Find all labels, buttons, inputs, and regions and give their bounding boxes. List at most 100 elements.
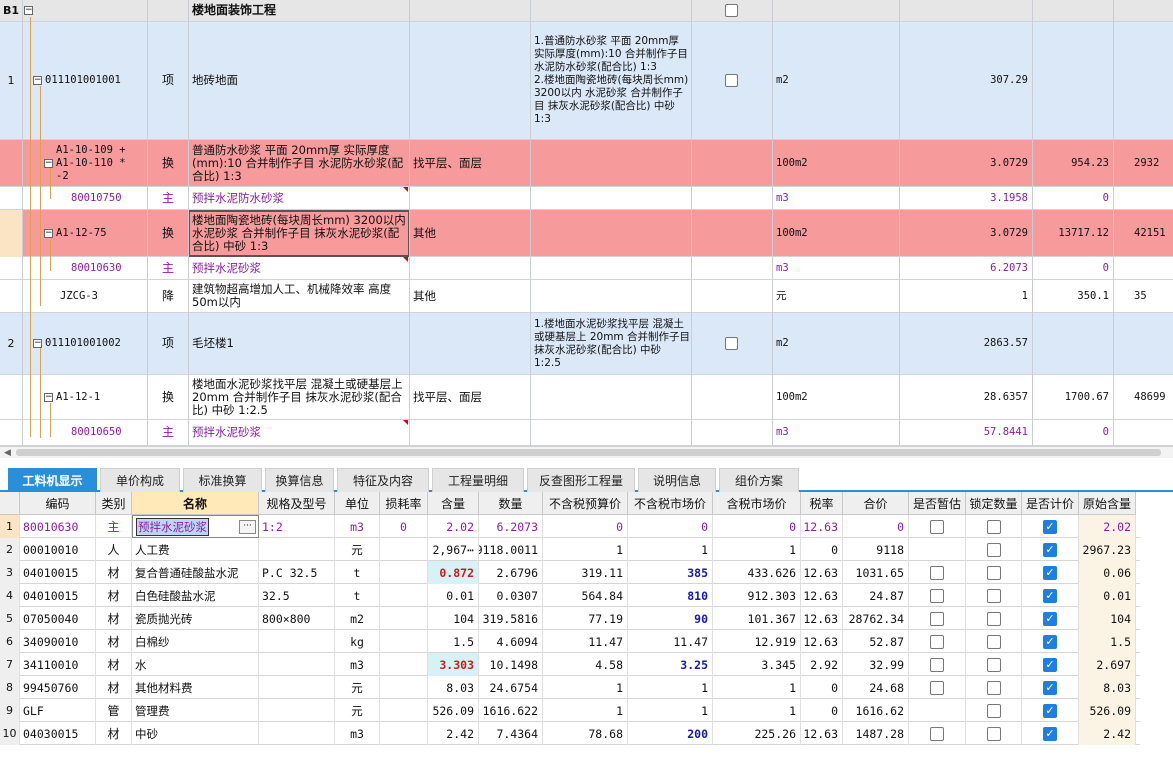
- tab-unit-price[interactable]: 单价构成: [100, 468, 180, 492]
- item-name[interactable]: 普通防水砂浆 平面 20mm厚 实际厚度(mm):10 合并制作子目 水泥防水砂…: [189, 140, 408, 186]
- material-category[interactable]: 主: [96, 515, 132, 538]
- quota-row[interactable]: − A1-12-75 换楼地面陶瓷地砖(每块周长mm) 3200以内 水泥砂浆 合并…: [0, 210, 1173, 257]
- item-name[interactable]: 地砖地面: [189, 22, 408, 139]
- material-name[interactable]: 白色硅酸盐水泥: [132, 584, 259, 607]
- item-quantity[interactable]: 3.1958: [900, 187, 1032, 209]
- material-quantity[interactable]: 6.2073: [479, 515, 543, 538]
- material-row[interactable]: 80010630 主预拌水泥砂浆 m3 6.2073 0: [0, 257, 1173, 280]
- market-price[interactable]: 3.25: [628, 653, 713, 676]
- item-feature[interactable]: [531, 257, 691, 279]
- material-content[interactable]: 0.872: [428, 561, 479, 584]
- material-table-row[interactable]: 10 04030015 材中砂 m3 2.42 7.4364 78.68 200 225.26 1…: [0, 722, 1140, 745]
- material-quantity[interactable]: 2.6796: [479, 561, 543, 584]
- more-options-icon[interactable]: ···: [239, 520, 256, 534]
- material-name[interactable]: 管理费: [132, 699, 259, 722]
- material-loss-rate[interactable]: [380, 630, 428, 653]
- section-row[interactable]: B1 − 楼地面装饰工程: [0, 0, 1173, 22]
- lock-quantity-checkbox[interactable]: [986, 726, 1001, 741]
- material-code[interactable]: 34110010: [20, 653, 96, 676]
- tax-rate[interactable]: 12.63: [801, 515, 843, 538]
- material-spec[interactable]: 1:2: [259, 515, 335, 538]
- material-category[interactable]: 材: [96, 676, 132, 699]
- material-unit[interactable]: 元: [335, 538, 380, 561]
- material-unit[interactable]: kg: [335, 630, 380, 653]
- taxed-market-price[interactable]: 0: [713, 515, 801, 538]
- tax-rate[interactable]: 12.63: [801, 630, 843, 653]
- tab-labor-material[interactable]: 工料机显示: [8, 468, 97, 492]
- material-unit[interactable]: t: [335, 584, 380, 607]
- material-loss-rate[interactable]: [380, 538, 428, 561]
- item-name[interactable]: 楼地面水泥砂浆找平层 混凝土或硬基层上 20mm 合并制作子目 抹灰水泥砂浆(配…: [189, 375, 408, 419]
- item-feature[interactable]: 1.普通防水砂浆 平面 20mm厚 实际厚度(mm):10 合并制作子目 水泥防…: [531, 22, 691, 139]
- market-price[interactable]: 810: [628, 584, 713, 607]
- item-spec[interactable]: 其他: [410, 210, 530, 256]
- item-spec[interactable]: 其他: [410, 280, 530, 312]
- material-code[interactable]: 00010010: [20, 538, 96, 561]
- material-table-row[interactable]: 6 34090010 材白棉纱 kg 1.5 4.6094 11.47 11.47 12.919…: [0, 630, 1140, 653]
- priced-checkbox[interactable]: ✓: [1043, 565, 1057, 580]
- col-lock-qty[interactable]: 锁定数量: [966, 492, 1022, 515]
- lock-quantity-checkbox[interactable]: [986, 611, 1001, 626]
- lock-quantity-checkbox[interactable]: [986, 657, 1001, 672]
- material-code[interactable]: 04030015: [20, 722, 96, 745]
- material-content[interactable]: 2,967⋯: [428, 538, 479, 561]
- item-quantity[interactable]: 1: [900, 280, 1032, 312]
- item-quantity[interactable]: 28.6357: [900, 375, 1032, 419]
- material-code[interactable]: GLF: [20, 699, 96, 722]
- material-spec[interactable]: 32.5: [259, 584, 335, 607]
- material-content[interactable]: 526.09: [428, 699, 479, 722]
- estimated-checkbox[interactable]: [930, 634, 944, 649]
- market-price[interactable]: 1: [628, 699, 713, 722]
- estimated-checkbox[interactable]: [930, 588, 944, 603]
- taxed-market-price[interactable]: 433.626: [713, 561, 801, 584]
- row-selector[interactable]: [0, 210, 22, 257]
- tab-pricing-scheme[interactable]: 组价方案: [719, 468, 799, 492]
- material-name[interactable]: 中砂: [132, 722, 259, 745]
- material-quantity[interactable]: 4.6094: [479, 630, 543, 653]
- market-price[interactable]: 0: [628, 515, 713, 538]
- bill-item-row[interactable]: 2 −011101001002 项 毛坯楼1 1.楼地面水泥砂浆找平层 混凝土或硬基层上…: [0, 313, 1173, 375]
- material-unit[interactable]: m2: [335, 607, 380, 630]
- taxed-market-price[interactable]: 912.303: [713, 584, 801, 607]
- material-name[interactable]: 人工费: [132, 538, 259, 561]
- priced-checkbox[interactable]: ✓: [1043, 634, 1057, 649]
- priced-checkbox[interactable]: ✓: [1043, 680, 1057, 695]
- market-price[interactable]: 200: [628, 722, 713, 745]
- material-content[interactable]: 2.02: [428, 515, 479, 538]
- col-spec[interactable]: 规格及型号: [259, 492, 335, 515]
- item-feature[interactable]: [531, 140, 691, 186]
- row-checkbox[interactable]: [725, 337, 738, 350]
- material-spec[interactable]: [259, 722, 335, 745]
- material-category[interactable]: 材: [96, 584, 132, 607]
- taxed-market-price[interactable]: 12.919: [713, 630, 801, 653]
- quota-row[interactable]: − A1-12-1 换楼地面水泥砂浆找平层 混凝土或硬基层上 20mm 合并制作子目…: [0, 375, 1173, 420]
- lock-quantity-checkbox[interactable]: [986, 680, 1001, 695]
- col-category[interactable]: 类别: [96, 492, 132, 515]
- item-feature[interactable]: [531, 375, 691, 419]
- estimated-checkbox[interactable]: [930, 680, 944, 695]
- material-code[interactable]: 04010015: [20, 561, 96, 584]
- col-name[interactable]: 名称: [132, 492, 259, 515]
- collapse-icon[interactable]: −: [44, 228, 53, 238]
- lock-quantity-checkbox[interactable]: [986, 542, 1001, 557]
- collapse-icon[interactable]: −: [24, 6, 33, 15]
- col-market-price[interactable]: 不含税市场价: [628, 492, 713, 515]
- priced-checkbox[interactable]: ✓: [1043, 542, 1057, 557]
- collapse-icon[interactable]: −: [44, 392, 53, 402]
- material-name[interactable]: 白棉纱: [132, 630, 259, 653]
- item-quantity[interactable]: 57.8441: [900, 420, 1032, 445]
- priced-checkbox[interactable]: ✓: [1043, 657, 1057, 672]
- material-loss-rate[interactable]: [380, 676, 428, 699]
- material-spec[interactable]: [259, 653, 335, 676]
- taxed-market-price[interactable]: 1: [713, 676, 801, 699]
- material-spec[interactable]: 800×800: [259, 607, 335, 630]
- lock-quantity-checkbox[interactable]: [986, 519, 1001, 534]
- item-quantity[interactable]: 2863.57: [900, 313, 1032, 374]
- tax-rate[interactable]: 0: [801, 699, 843, 722]
- material-table-row[interactable]: 9 GLF 管管理费元 526.09 1616.622 1 1 1 0 1616.62 ✓ 526.0…: [0, 699, 1140, 722]
- material-name[interactable]: 瓷质抛光砖: [132, 607, 259, 630]
- estimated-checkbox[interactable]: [930, 657, 944, 672]
- material-loss-rate[interactable]: [380, 722, 428, 745]
- tax-rate[interactable]: 12.63: [801, 584, 843, 607]
- priced-checkbox[interactable]: ✓: [1043, 611, 1057, 626]
